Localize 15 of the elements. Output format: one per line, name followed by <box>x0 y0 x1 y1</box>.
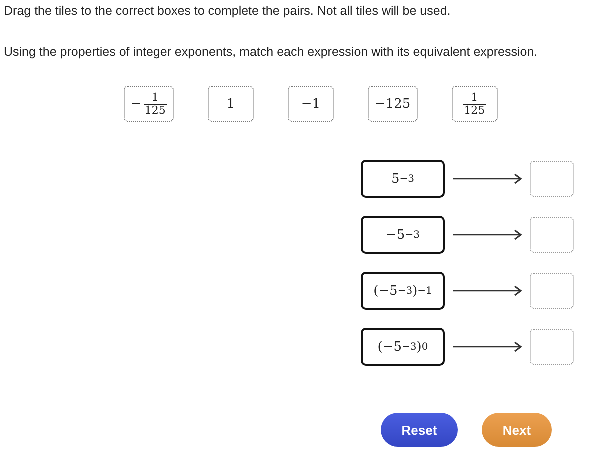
arrow-icon <box>453 230 522 240</box>
drop-target[interactable] <box>530 161 574 197</box>
answer-tile[interactable]: 1 <box>208 86 254 122</box>
arrow-icon <box>453 286 522 296</box>
drop-target[interactable] <box>530 217 574 253</box>
answer-tile[interactable]: −1 <box>288 86 334 122</box>
answer-tile[interactable]: −125 <box>368 86 418 122</box>
arrow-icon <box>453 174 522 184</box>
drop-target[interactable] <box>530 329 574 365</box>
instruction-text: Using the properties of integer exponents, match each expression with its equivalent expression. <box>4 45 539 59</box>
arrow-icon <box>453 342 522 352</box>
reset-button[interactable]: Reset <box>381 413 458 447</box>
drop-target[interactable] <box>530 273 574 309</box>
instruction-text: Drag the tiles to the correct boxes to complete the pairs. Not all tiles will be used. <box>4 4 452 18</box>
answer-tile[interactable]: 1 125 <box>452 86 498 122</box>
